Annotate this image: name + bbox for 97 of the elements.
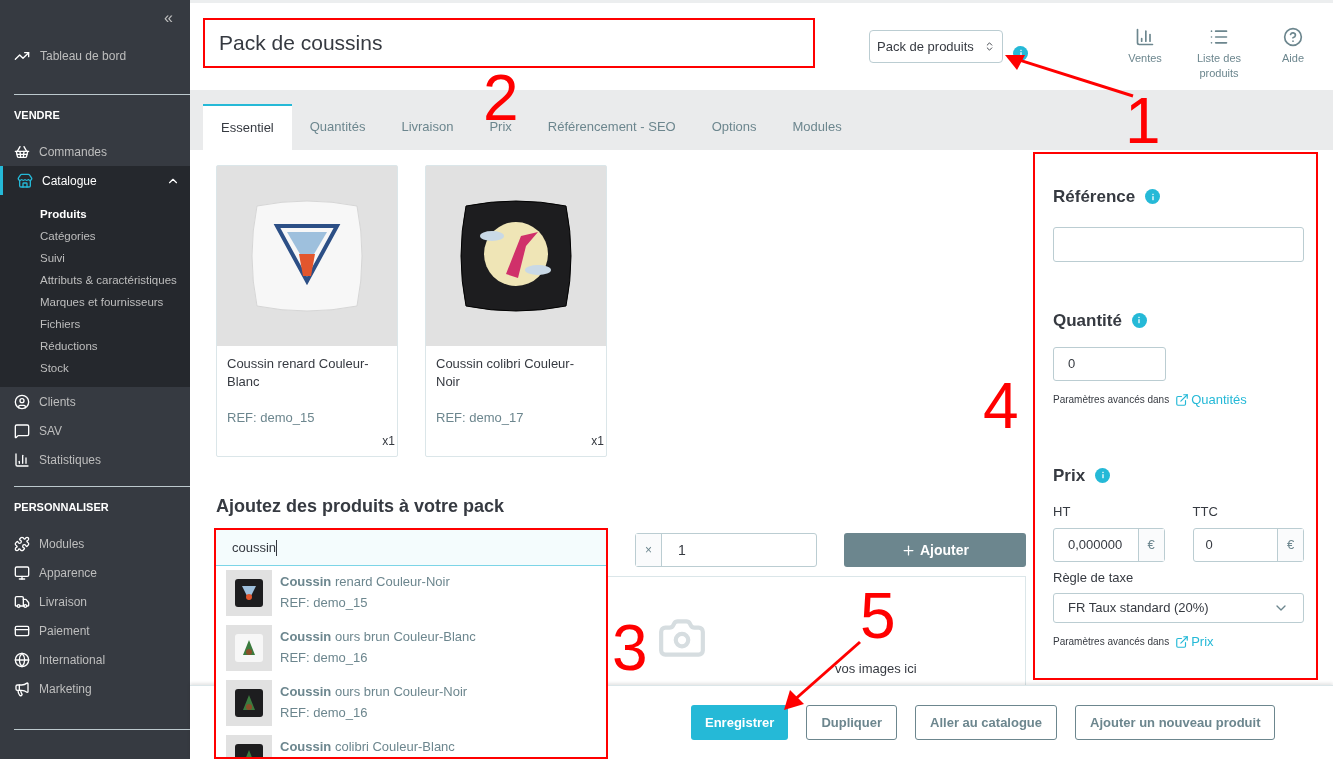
toolbar-button[interactable]: Liste des produits bbox=[1189, 27, 1249, 81]
info-icon bbox=[1095, 467, 1111, 483]
dropzone-text: vos images ici bbox=[834, 660, 917, 678]
currency-addon: € bbox=[1277, 528, 1303, 561]
product-search-field[interactable]: coussin bbox=[216, 530, 606, 566]
section-heading: Ajoutez des produits à votre pack bbox=[216, 495, 506, 518]
collapse-button[interactable]: « bbox=[164, 8, 173, 30]
toolbar-button[interactable]: Ventes bbox=[1115, 27, 1175, 81]
submenu-item[interactable]: Attributs & caractéristiques bbox=[0, 269, 190, 291]
monitor-icon bbox=[14, 564, 30, 581]
product-ref: REF: demo_17 bbox=[435, 409, 525, 427]
suggestion-item[interactable]: Coussin ours brun Couleur-Blanc REF: demo_16 bbox=[216, 621, 606, 676]
annotation-number: 5 bbox=[860, 588, 896, 644]
external-link-icon bbox=[1175, 392, 1190, 407]
info-icon bbox=[1145, 189, 1161, 205]
product-name: Coussin colibri Couleur-Noir bbox=[435, 355, 575, 391]
footer-button[interactable]: Aller au catalogue bbox=[915, 705, 1058, 740]
product-ref: REF: demo_15 bbox=[226, 409, 316, 427]
tax-rule-select[interactable]: FR Taux standard (20%) bbox=[1053, 593, 1304, 623]
field-heading: Quantité bbox=[1053, 309, 1122, 332]
field-label: HT bbox=[1053, 503, 1072, 521]
currency-addon: € bbox=[1137, 528, 1164, 561]
megaphone-icon bbox=[14, 680, 30, 697]
suggestion-name: Coussin ours brun Couleur-Noir bbox=[280, 684, 468, 699]
chat-icon bbox=[14, 422, 30, 439]
submenu-item[interactable]: Fichiers bbox=[0, 313, 190, 335]
annotation-number: 3 bbox=[612, 620, 648, 676]
hint-text: Paramètres avancés dans bbox=[1053, 635, 1170, 650]
reference-field[interactable] bbox=[1053, 226, 1304, 262]
sidebar-item[interactable]: Commandes bbox=[0, 137, 190, 166]
sidebar-item[interactable]: Marketing bbox=[0, 674, 190, 703]
suggestion-name: Coussin renard Couleur-Noir bbox=[280, 574, 450, 589]
quantity-label: x1 bbox=[382, 432, 396, 450]
field-heading: Prix bbox=[1053, 464, 1086, 487]
tab[interactable]: Quantités bbox=[291, 104, 384, 150]
footer-button[interactable]: Dupliquer bbox=[806, 705, 898, 740]
updown-icon bbox=[984, 41, 995, 52]
sidebar-item[interactable]: Livraison bbox=[0, 587, 190, 616]
sidebar-item[interactable]: Modules bbox=[0, 529, 190, 558]
field-heading: Référence bbox=[1053, 186, 1136, 208]
suggestion-ref: REF: demo_16 bbox=[280, 650, 369, 665]
sidebar-item[interactable]: International bbox=[0, 645, 190, 674]
puzzle-icon bbox=[14, 535, 30, 552]
help-icon bbox=[1283, 27, 1303, 47]
sidebar-item[interactable]: Statistiques bbox=[0, 445, 190, 474]
list-icon bbox=[1209, 27, 1229, 47]
chart-icon bbox=[1135, 27, 1155, 47]
footer-button[interactable]: Ajouter un nouveau produit bbox=[1075, 705, 1276, 740]
submenu-item[interactable]: Stock bbox=[0, 357, 190, 379]
toolbar-button[interactable]: Aide bbox=[1263, 27, 1323, 81]
tab[interactable]: Livraison bbox=[383, 104, 472, 150]
quantity-field[interactable]: 0 bbox=[1053, 347, 1166, 381]
annotation-number: 4 bbox=[983, 378, 1019, 434]
sidebar-item[interactable]: Clients bbox=[0, 387, 190, 416]
user-icon bbox=[14, 393, 30, 410]
submenu-item[interactable]: Suivi bbox=[0, 247, 190, 269]
plus-icon bbox=[901, 542, 916, 558]
submenu-item[interactable]: Réductions bbox=[0, 335, 190, 357]
product-name: Coussin renard Couleur-Blanc bbox=[226, 355, 370, 391]
field-label: Règle de taxe bbox=[1053, 568, 1135, 587]
globe-icon bbox=[14, 651, 30, 668]
price-field[interactable]: 0 € bbox=[1192, 527, 1304, 562]
suggestion-ref: REF: demo_16 bbox=[280, 705, 369, 720]
tab[interactable]: Référencement - SEO bbox=[529, 104, 694, 150]
submenu-item[interactable]: Produits bbox=[0, 203, 190, 225]
suggestion-ref: REF: demo_15 bbox=[280, 595, 369, 610]
product-type-select[interactable]: Pack de produits bbox=[869, 30, 1003, 63]
add-button[interactable]: Ajouter bbox=[844, 533, 1026, 567]
quantity-label: x1 bbox=[591, 432, 605, 450]
sidebar-item[interactable]: SAV bbox=[0, 416, 190, 445]
tab[interactable]: Modules bbox=[774, 104, 860, 150]
basket-icon bbox=[14, 143, 30, 160]
suggestion-name: Coussin ours brun Couleur-Blanc bbox=[280, 629, 476, 644]
sidebar-item[interactable]: Paiement bbox=[0, 616, 190, 645]
sidebar-item[interactable]: Apparence bbox=[0, 558, 190, 587]
field-label: TTC bbox=[1192, 503, 1219, 521]
suggestion-item[interactable]: Coussin ours brun Couleur-Noir REF: demo_16 bbox=[216, 676, 606, 731]
suggestion-item[interactable]: Coussin colibri Couleur-Blanc bbox=[216, 731, 606, 757]
suggestion-item[interactable]: Coussin renard Couleur-Noir REF: demo_15 bbox=[216, 566, 606, 621]
info-icon bbox=[1131, 312, 1147, 328]
section-title: VENDRE bbox=[13, 108, 61, 123]
product-name-field[interactable]: Pack de coussins bbox=[203, 18, 815, 68]
sidebar-item[interactable]: Catalogue bbox=[0, 166, 190, 195]
annotation-number: 1 bbox=[1125, 93, 1161, 149]
hint-text: Paramètres avancés dans bbox=[1053, 393, 1170, 408]
truck-icon bbox=[14, 593, 30, 610]
section-title: PERSONNALISER bbox=[13, 500, 110, 515]
tab[interactable]: Options bbox=[693, 104, 775, 150]
tab[interactable]: Essentiel bbox=[203, 104, 292, 150]
price-field[interactable]: 0,000000 € bbox=[1053, 527, 1165, 562]
sidebar-item[interactable]: Tableau de bord bbox=[40, 47, 127, 65]
chart-icon bbox=[14, 451, 30, 468]
submenu-item[interactable]: Catégories bbox=[0, 225, 190, 247]
external-link-icon bbox=[1175, 634, 1190, 649]
store-icon bbox=[17, 172, 33, 189]
submenu-item[interactable]: Marques et fournisseurs bbox=[0, 291, 190, 313]
suggestion-name: Coussin colibri Couleur-Blanc bbox=[280, 739, 455, 754]
